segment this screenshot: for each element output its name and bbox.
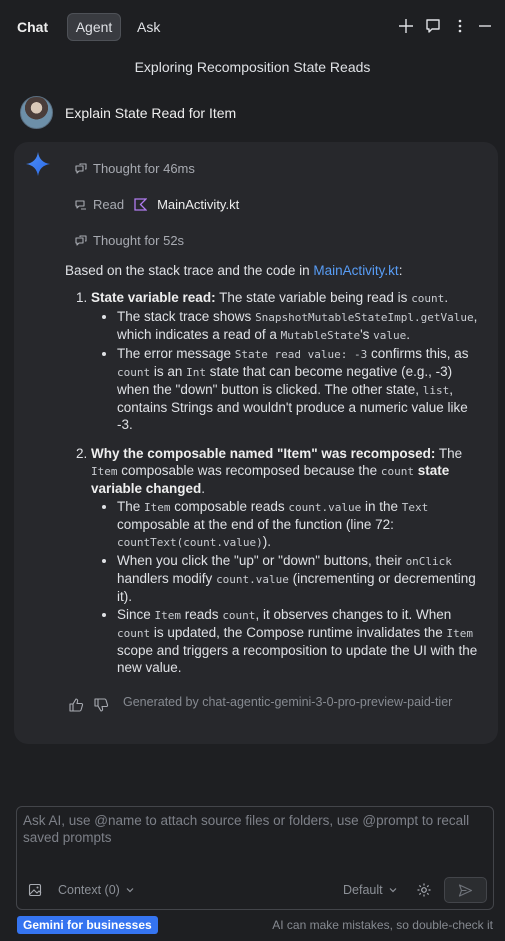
attach-image-icon[interactable] [28, 883, 42, 897]
context-label: Context (0) [58, 883, 120, 897]
inline-code: count [411, 292, 445, 305]
conversation-title: Exploring Recomposition State Reads [134, 59, 371, 75]
disclaimer-text: AI can make mistakes, so double-check it [272, 918, 493, 932]
chevron-down-icon [126, 888, 134, 893]
list-item: When you click the "up" or "down" button… [117, 552, 483, 605]
sub-list: The Item composable reads count.value in… [117, 498, 483, 676]
gemini-star-icon [26, 152, 50, 176]
new-chat-icon[interactable] [424, 17, 442, 35]
tab-agent[interactable]: Agent [67, 13, 121, 41]
gear-icon[interactable] [416, 882, 432, 898]
list-item: The error message State read value: -3 c… [117, 345, 483, 433]
item-heading: Why the composable named "Item" was reco… [91, 446, 436, 461]
tab-ask[interactable]: Ask [137, 19, 160, 35]
tab-chat[interactable]: Chat [17, 19, 48, 35]
item-text: . [444, 290, 449, 305]
intro-text: Based on the stack trace and the code in [65, 263, 314, 278]
minimize-icon[interactable] [476, 17, 494, 35]
item-text: The state variable being read is [215, 290, 412, 305]
sub-list: The stack trace shows SnapshotMutableSta… [117, 308, 483, 433]
avatar [20, 96, 53, 129]
thought-label-2: Thought for 52s [93, 233, 185, 248]
list-item: Why the composable named "Item" was reco… [91, 445, 483, 676]
list-item: State variable read: The state variable … [91, 289, 483, 433]
thought-step-1[interactable]: Thought for 46ms [74, 161, 195, 176]
read-label: Read [93, 197, 125, 212]
explanation-list: State variable read: The state variable … [91, 289, 483, 676]
read-icon [75, 199, 86, 210]
model-label: Default [343, 883, 383, 897]
read-step[interactable]: Read MainActivity.kt [74, 197, 239, 212]
response-intro: Based on the stack trace and the code in… [65, 262, 483, 279]
plus-icon[interactable] [397, 17, 415, 35]
more-vertical-icon[interactable] [451, 17, 469, 35]
thumbs-up-icon[interactable] [68, 697, 84, 713]
intro-suffix: : [398, 263, 403, 278]
list-item: The stack trace shows SnapshotMutableSta… [117, 308, 483, 344]
thought-step-2[interactable]: Thought for 52s [74, 233, 184, 248]
model-selector[interactable]: Default [343, 883, 399, 897]
user-message: Explain State Read for Item [65, 105, 237, 121]
list-item: Since Item reads count, it observes chan… [117, 606, 483, 676]
thought-label-1: Thought for 46ms [93, 161, 195, 176]
generated-by-label: Generated by chat-agentic-gemini-3-0-pro… [123, 695, 453, 709]
context-selector[interactable]: Context (0) [58, 883, 136, 897]
gemini-business-badge[interactable]: Gemini for businesses [17, 916, 158, 934]
thought-icon [75, 234, 87, 246]
read-file-name[interactable]: MainActivity.kt [157, 197, 239, 212]
send-button[interactable] [444, 877, 487, 903]
top-bar: Chat Agent Ask [0, 0, 505, 54]
kotlin-file-icon [134, 198, 148, 211]
chevron-down-icon [389, 888, 397, 893]
file-link[interactable]: MainActivity.kt [313, 263, 398, 278]
thumbs-down-icon[interactable] [93, 697, 109, 713]
item-heading: State variable read: [91, 290, 216, 305]
response-body: Based on the stack trace and the code in… [65, 262, 483, 688]
prompt-input-placeholder[interactable]: Ask AI, use @name to attach source files… [23, 812, 485, 846]
list-item: The Item composable reads count.value in… [117, 498, 483, 551]
thought-icon [75, 162, 87, 174]
send-icon [458, 884, 473, 897]
